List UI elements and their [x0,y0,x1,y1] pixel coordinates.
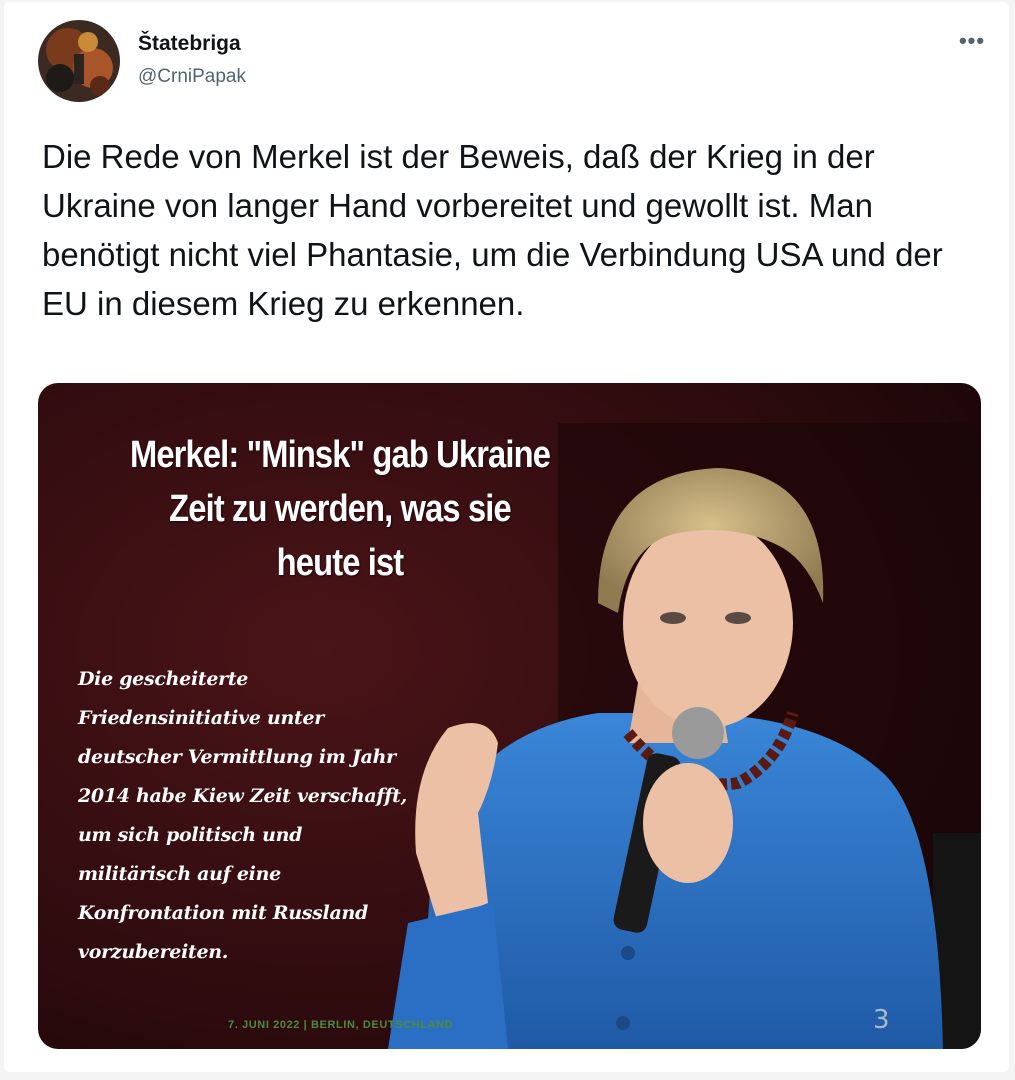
media-headline: Merkel: "Minsk" gab Ukraine Zeit zu werd… [129,434,551,584]
media-quote: Die gescheiterte Friedensinitiative unte… [78,668,407,963]
svg-text:3: 3 [873,1005,890,1035]
screenshot-frame: Štatebriga @CrniPapak ••• Die Rede von M… [0,0,1015,1080]
tweet-text: Die Rede von Merkel ist der Beweis, daß … [42,138,943,322]
user-handle[interactable]: @CrniPapak [138,66,246,88]
avatar[interactable] [38,20,120,102]
more-options-icon[interactable]: ••• [952,28,992,58]
display-name[interactable]: Štatebriga [138,32,241,56]
avatar-image [38,20,120,102]
media-dateline: 7. JUNI 2022 | BERLIN, DEUTSCHLAND [228,1019,454,1031]
